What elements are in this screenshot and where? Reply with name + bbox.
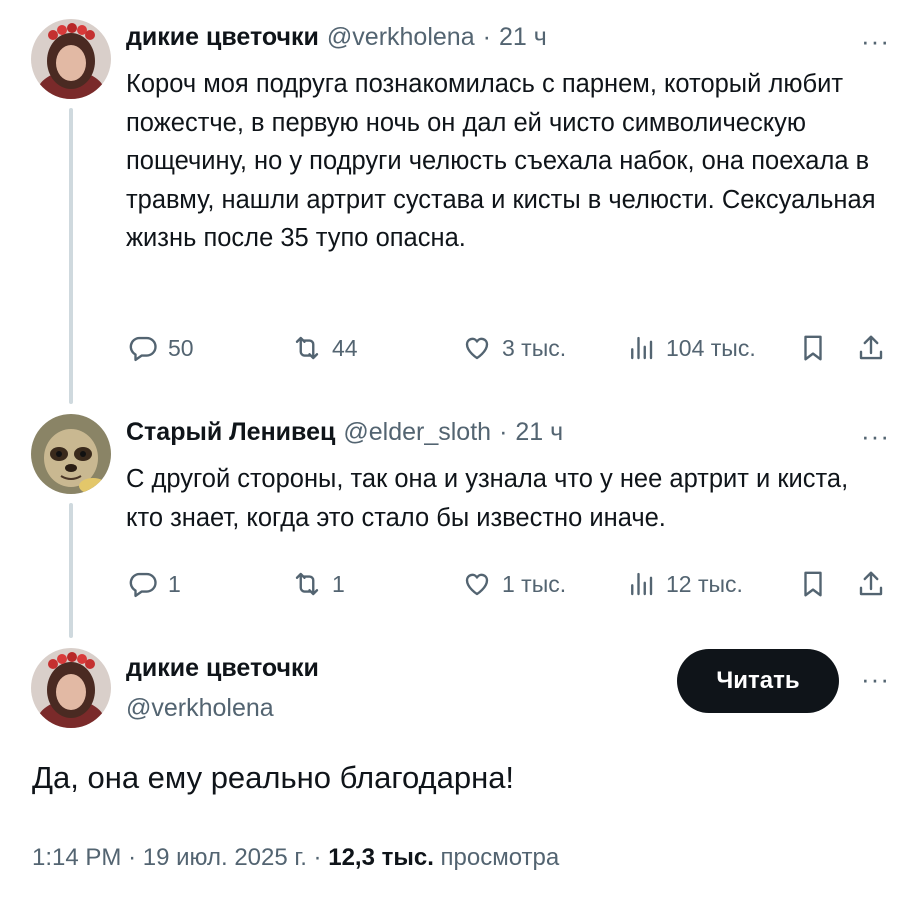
bookmark-icon [804, 335, 822, 361]
separator-dot: · [499, 418, 508, 446]
reply-icon [129, 572, 157, 598]
reply-count: 1 [168, 570, 181, 597]
separator-dot: · [313, 844, 322, 871]
tweet-text: Короч моя подруга познакомилась с парнем… [126, 70, 876, 252]
tweet-date[interactable]: 19 июл. 2025 г. [143, 844, 307, 871]
like-button[interactable]: 3 тыс. [462, 328, 566, 368]
like-button[interactable]: 1 тыс. [462, 564, 566, 604]
share-icon [859, 335, 883, 360]
repost-button[interactable]: 1 [292, 564, 345, 604]
author-name[interactable]: дикие цветочки [126, 654, 319, 683]
separator-dot: · [128, 844, 137, 871]
tweet-time[interactable]: 21 ч [499, 23, 547, 52]
more-icon[interactable]: ··· [861, 666, 890, 692]
like-count: 1 тыс. [502, 570, 567, 597]
bookmark-button[interactable] [798, 564, 828, 604]
tweet-text: С другой стороны, так она и узнала что у… [126, 465, 849, 532]
reply-button[interactable]: 1 [128, 564, 181, 604]
bookmark-button[interactable] [798, 328, 828, 368]
repost-count: 44 [332, 334, 358, 361]
share-icon [859, 571, 883, 596]
author-handle[interactable]: @verkholena [126, 694, 274, 723]
author-name[interactable]: дикие цветочки [126, 23, 319, 52]
views-button[interactable]: 12 тыс. [626, 564, 743, 604]
share-button[interactable] [856, 328, 886, 368]
author-handle[interactable]: @verkholena [327, 23, 475, 52]
tweet-header: дикие цветочки @verkholena · 21 ч [126, 23, 547, 52]
bookmark-icon [804, 571, 822, 597]
views-button[interactable]: 104 тыс. [626, 328, 756, 368]
avatar[interactable] [31, 19, 111, 99]
thread-line [69, 108, 73, 404]
author-handle[interactable]: @elder_sloth [343, 418, 491, 447]
views-count: 12 тыс. [666, 570, 743, 597]
more-icon[interactable]: ··· [861, 423, 890, 449]
tweet-actions: 1 1 1 тыс. 12 тыс. [126, 564, 890, 604]
share-button[interactable] [856, 564, 886, 604]
tweet-time[interactable]: 1:14 PM [32, 844, 121, 871]
views-icon [631, 336, 653, 360]
repost-icon [295, 572, 319, 596]
views-icon [631, 572, 653, 596]
tweet-meta: 1:14 PM · 19 июл. 2025 г. · 12,3 тыс. пр… [32, 844, 559, 872]
views-count: 104 тыс. [666, 334, 756, 361]
follow-button[interactable]: Читать [677, 649, 839, 713]
views-label: просмотра [440, 844, 560, 871]
repost-icon [295, 336, 319, 360]
tweet-actions: 50 44 3 тыс. 104 тыс. [126, 328, 890, 368]
repost-button[interactable]: 44 [292, 328, 358, 368]
tweet-text: Да, она ему реально благодарна! [32, 760, 515, 795]
views-count: 12,3 тыс. [328, 844, 434, 871]
tweet-header: Старый Ленивец @elder_sloth · 21 ч [126, 418, 563, 447]
thread-line [69, 503, 73, 638]
avatar[interactable] [31, 648, 111, 728]
reply-button[interactable]: 50 [128, 328, 194, 368]
avatar[interactable] [31, 414, 111, 494]
like-count: 3 тыс. [502, 334, 567, 361]
repost-count: 1 [332, 570, 345, 597]
separator-dot: · [482, 23, 491, 51]
heart-icon [465, 573, 489, 596]
tweet-time[interactable]: 21 ч [515, 418, 563, 447]
reply-icon [129, 336, 157, 362]
more-icon[interactable]: ··· [861, 28, 890, 54]
reply-count: 50 [168, 334, 194, 361]
heart-icon [465, 337, 489, 360]
author-name[interactable]: Старый Ленивец [126, 418, 335, 447]
